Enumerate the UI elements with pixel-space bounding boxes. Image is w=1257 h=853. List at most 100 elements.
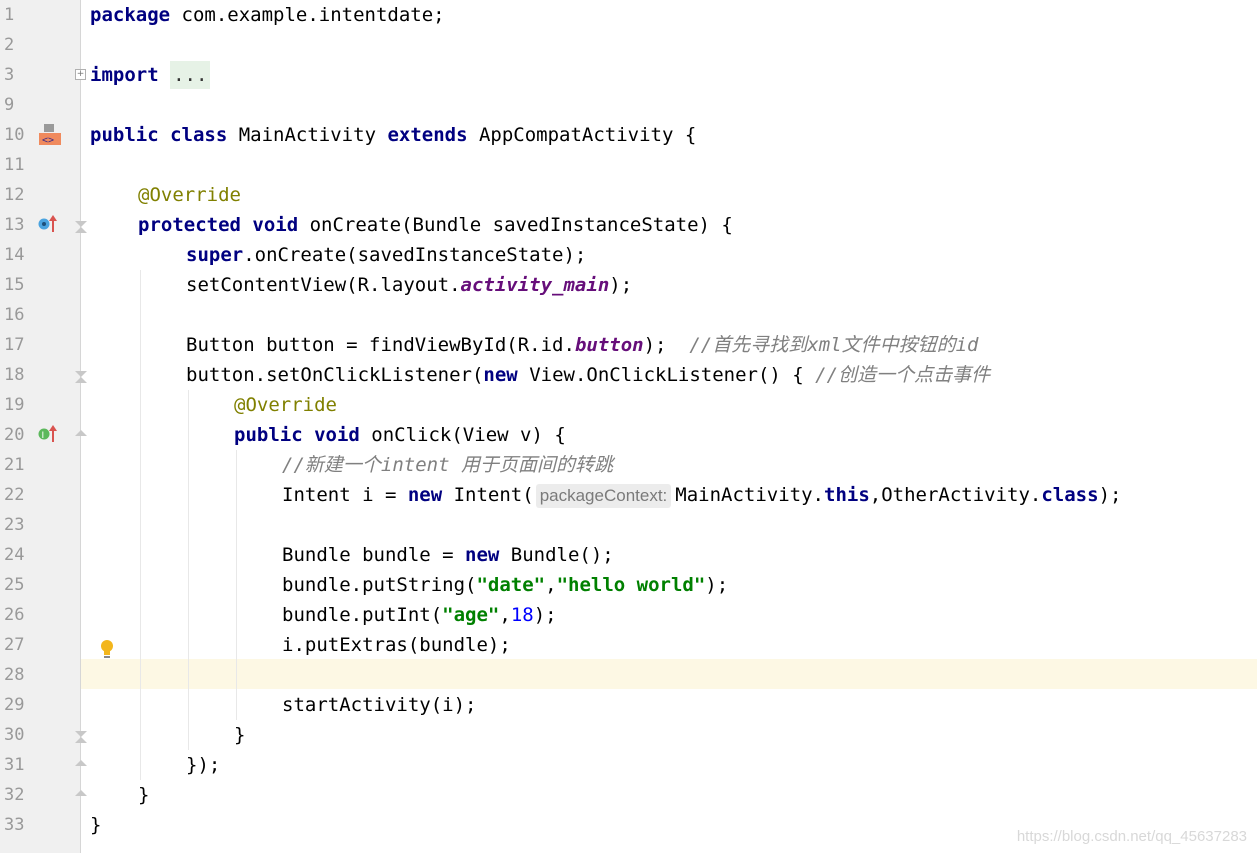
code-line[interactable]: bundle.putInt("age",18); (282, 600, 557, 630)
code-line[interactable]: Button button = findViewById(R.id.button… (186, 330, 978, 360)
code-text: ); (1098, 484, 1122, 506)
code-line[interactable]: setContentView(R.layout.activity_main); (186, 270, 632, 300)
code-text: MainActivity. (675, 484, 824, 506)
line-number: 27 (4, 635, 25, 655)
string-literal: "age" (442, 604, 500, 626)
fold-expand-icon[interactable]: + (75, 69, 86, 80)
keyword: extends (387, 124, 468, 146)
code-line[interactable]: super.onCreate(savedInstanceState); (186, 240, 586, 270)
keyword: public (90, 124, 159, 146)
code-text: bundle.putString( (282, 574, 477, 596)
line-number: 25 (4, 575, 25, 595)
svg-text:I: I (42, 431, 45, 441)
keyword: new (465, 544, 500, 566)
code-line[interactable]: }); (186, 750, 220, 780)
overrides-method-icon[interactable] (38, 214, 60, 234)
watermark: https://blog.csdn.net/qq_45637283 (1016, 828, 1247, 845)
indent-guide (140, 270, 141, 780)
code-line[interactable]: startActivity(i); (282, 690, 476, 720)
code-line[interactable]: import ... (90, 60, 211, 90)
line-number: 23 (4, 515, 25, 535)
code-text: ); (609, 274, 633, 296)
keyword: class (1041, 484, 1099, 506)
code-text: Intent( (442, 484, 534, 506)
code-line[interactable]: //新建一个intent 用于页面间的转跳 (282, 450, 613, 480)
code-text: ); (533, 604, 557, 626)
line-number: 33 (4, 815, 25, 835)
keyword: package (90, 4, 171, 26)
indent-guide (236, 450, 237, 720)
code-line[interactable]: } (138, 780, 149, 810)
code-line[interactable]: } (90, 810, 101, 840)
code-text: AppCompatActivity { (467, 124, 697, 146)
code-line[interactable]: package com.example.intentdate; (90, 0, 445, 30)
code-text: } (90, 814, 102, 836)
code-text: i.putExtras(bundle); (282, 634, 511, 656)
code-text: } (234, 724, 246, 746)
line-number: 31 (4, 755, 25, 775)
code-text: }); (186, 754, 221, 776)
keyword: this (824, 484, 870, 506)
line-number: 11 (4, 155, 25, 175)
code-text: , (545, 574, 557, 596)
line-number: 16 (4, 305, 25, 325)
code-line[interactable]: Intent i = new Intent(packageContext: Mai… (282, 480, 1121, 510)
line-number: 26 (4, 605, 25, 625)
implements-method-icon[interactable]: I (38, 424, 60, 444)
code-text: onCreate(Bundle savedInstanceState) { (298, 214, 733, 236)
code-line[interactable]: @Override (138, 180, 241, 210)
comment: //首先寻找到xml文件中按钮的id (689, 334, 979, 356)
line-number: 22 (4, 485, 25, 505)
line-number: 19 (4, 395, 25, 415)
code-line[interactable]: button.setOnClickListener(new View.OnCli… (186, 360, 990, 390)
code-text: ); (705, 574, 729, 596)
code-text: Intent i = (282, 484, 408, 506)
java-class-gutter-icon[interactable]: <> (38, 123, 62, 147)
code-line[interactable]: public void onClick(View v) { (234, 420, 566, 450)
line-number: 18 (4, 365, 25, 385)
line-number: 13 (4, 215, 25, 235)
code-line[interactable]: i.putExtras(bundle); (282, 630, 511, 660)
code-text: startActivity(i); (282, 694, 477, 716)
svg-text:<>: <> (42, 135, 54, 146)
code-line[interactable]: Bundle bundle = new Bundle(); (282, 540, 614, 570)
number-literal: 18 (510, 604, 534, 626)
code-text: onClick(View v) { (359, 424, 566, 446)
line-number: 1 (4, 5, 15, 25)
comment: //创造一个点击事件 (815, 364, 991, 386)
code-editor[interactable]: 1 2 3 9 10 11 12 13 14 15 16 17 18 19 20… (0, 0, 1257, 853)
static-field: activity_main (460, 274, 610, 296)
code-text: setContentView(R.layout. (186, 274, 461, 296)
code-line[interactable]: @Override (234, 390, 337, 420)
string-literal: "hello world" (556, 574, 706, 596)
intention-lightbulb-icon[interactable] (98, 638, 116, 660)
string-literal: "date" (476, 574, 546, 596)
line-number: 2 (4, 35, 15, 55)
code-line[interactable]: bundle.putString("date","hello world"); (282, 570, 728, 600)
comment: //新建一个intent 用于页面间的转跳 (282, 454, 613, 476)
class-name: MainActivity (227, 124, 388, 146)
line-number: 15 (4, 275, 25, 295)
annotation: @Override (138, 184, 241, 206)
keyword: super (186, 244, 244, 266)
current-line-highlight (81, 659, 1257, 689)
code-text: .onCreate(savedInstanceState); (243, 244, 587, 266)
line-number: 12 (4, 185, 25, 205)
keyword: new (407, 484, 443, 506)
code-line[interactable]: } (234, 720, 245, 750)
keyword: import (90, 64, 159, 86)
code-line[interactable]: public class MainActivity extends AppCom… (90, 120, 696, 150)
line-number: 17 (4, 335, 25, 355)
keyword: void (252, 214, 299, 236)
annotation: @Override (234, 394, 337, 416)
keyword: void (314, 424, 360, 446)
line-number: 3 (4, 65, 15, 85)
keyword: protected (138, 214, 241, 236)
code-line[interactable]: protected void onCreate(Bundle savedInst… (138, 210, 733, 240)
keyword: class (170, 124, 228, 146)
code-text: View.OnClickListener() { (517, 364, 816, 386)
indent-guide (188, 390, 189, 750)
code-text: ,OtherActivity. (869, 484, 1042, 506)
folded-imports[interactable]: ... (170, 61, 211, 89)
line-number: 14 (4, 245, 25, 265)
